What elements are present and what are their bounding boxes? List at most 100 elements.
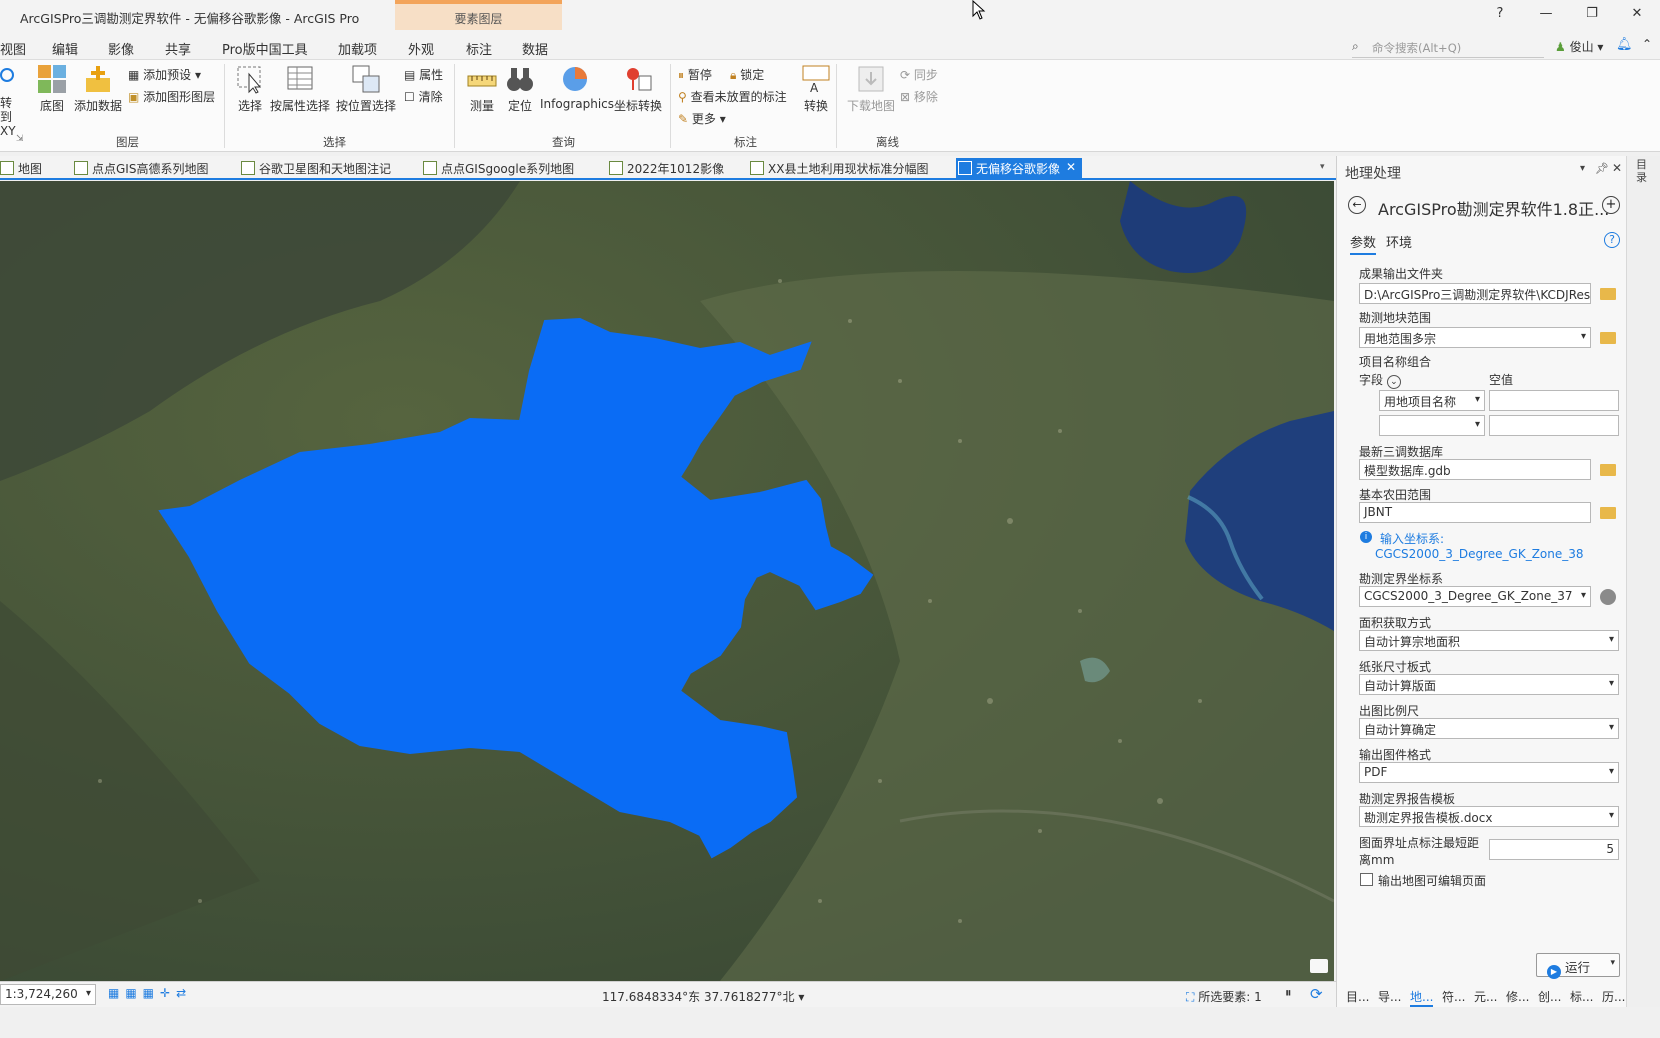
latest-db-input[interactable]: 模型数据库.gdb [1359, 459, 1591, 480]
back-icon[interactable]: ← [1348, 196, 1366, 214]
minimize-button[interactable]: — [1535, 6, 1557, 21]
lock-labels-button[interactable]: 🔒︎ 锁定 [730, 66, 764, 83]
scale-selector[interactable]: 1:3,724,260 [0, 984, 96, 1005]
measure-button[interactable]: 测量 [462, 64, 502, 114]
add-icon[interactable]: + [1602, 196, 1620, 214]
dock-tab-create[interactable]: 创... [1538, 988, 1561, 1005]
survey-extent-select[interactable]: 用地范围多宗 [1359, 327, 1591, 348]
null-value-input-1[interactable] [1489, 390, 1619, 411]
selected-features-count[interactable]: ⛶ 所选要素: 1 [1186, 988, 1262, 1005]
sync-button[interactable]: ⟳ 同步 [900, 66, 938, 83]
menu-china-tools[interactable]: Pro版中国工具 [222, 39, 308, 58]
output-format-select[interactable]: PDF [1359, 762, 1619, 783]
dock-tab-history[interactable]: 历... [1602, 988, 1625, 1005]
menu-imagery[interactable]: 影像 [108, 39, 134, 58]
select-by-attribute-button[interactable]: 按属性选择 [268, 64, 332, 114]
close-tab-icon[interactable]: ✕ [1066, 160, 1076, 174]
browse-folder-icon[interactable] [1600, 507, 1616, 519]
context-tab-feature-layer[interactable]: 要素图层 [395, 0, 562, 30]
paper-size-select[interactable]: 自动计算版面 [1359, 674, 1619, 695]
pause-labeling-button[interactable]: ⏸ 暂停 [678, 66, 712, 83]
pane-options-icon[interactable]: ▾ [1580, 163, 1585, 174]
refresh-icon[interactable]: ⟳ [1310, 985, 1323, 1003]
menu-appearance[interactable]: 外观 [408, 39, 434, 58]
restore-button[interactable]: ❐ [1581, 6, 1603, 21]
menu-addins[interactable]: 加载项 [338, 39, 377, 58]
min-distance-input[interactable]: 5 [1489, 839, 1619, 860]
add-data-button[interactable]: 添加数据 [72, 64, 124, 114]
editable-page-checkbox[interactable] [1360, 873, 1373, 886]
convert-button[interactable]: A 转换 [800, 64, 832, 114]
pause-drawing-icon[interactable]: ⏸ [1285, 986, 1292, 1001]
add-preset-button[interactable]: ▦ 添加预设 ▾ [128, 66, 201, 83]
map-tools-icons[interactable]: ▦▦▦✛⇄ [108, 986, 220, 1002]
select-by-location-button[interactable]: 按位置选择 [334, 64, 398, 114]
run-button[interactable]: ▶ 运行 ▾ [1536, 953, 1620, 979]
dock-tab-symbology[interactable]: 符... [1442, 988, 1465, 1005]
select-cursor-icon [237, 66, 262, 94]
basemap-button[interactable]: 底图 [34, 64, 70, 114]
tabs-overflow-icon[interactable]: ▾ [1320, 162, 1325, 172]
menu-data[interactable]: 数据 [522, 39, 548, 58]
locate-button[interactable]: 定位 [504, 64, 536, 114]
close-button[interactable]: ✕ [1626, 6, 1648, 21]
download-map-button[interactable]: 下载地图 [846, 64, 896, 114]
collapse-ribbon-icon[interactable]: ⌃ [1642, 37, 1652, 51]
tab-amap-series[interactable]: 点点GIS高德系列地图 [72, 158, 214, 178]
null-value-input-2[interactable] [1489, 415, 1619, 436]
farmland-input[interactable]: JBNT [1359, 502, 1591, 523]
notification-icon[interactable]: 🔔︎ [1616, 37, 1633, 52]
menu-view[interactable]: 视图 [0, 39, 26, 58]
field-select-2[interactable] [1379, 415, 1485, 436]
tab-environments[interactable]: 环境 [1386, 232, 1412, 251]
dock-tab-label[interactable]: 标... [1570, 988, 1593, 1005]
dock-tab-catalog[interactable]: 目... [1346, 988, 1369, 1005]
menu-edit[interactable]: 编辑 [52, 39, 78, 58]
menu-labeling[interactable]: 标注 [466, 39, 492, 58]
view-unplaced-button[interactable]: ⚲ 查看未放置的标注 [678, 88, 787, 105]
browse-folder-icon[interactable] [1600, 464, 1616, 476]
map-notification-icon[interactable] [1310, 959, 1328, 973]
browse-folder-icon[interactable] [1600, 288, 1616, 300]
remove-button[interactable]: ⊠ 移除 [900, 88, 938, 105]
tab-2022-imagery[interactable]: 2022年1012影像 [607, 158, 730, 178]
survey-cs-select[interactable]: CGCS2000_3_Degree_GK_Zone_37 [1359, 586, 1591, 607]
report-template-select[interactable]: 勘测定界报告模板.docx [1359, 806, 1619, 827]
side-tab-catalog[interactable]: 目录 [1636, 158, 1650, 184]
clear-button[interactable]: ☐ 清除 [404, 88, 443, 105]
pane-close-icon[interactable]: ✕ [1612, 161, 1622, 175]
tab-unshifted-google[interactable]: 无偏移谷歌影像 ✕ [956, 158, 1083, 178]
graphics-layer-icon: ▣ [128, 90, 140, 104]
tab-map[interactable]: 地图 [0, 158, 48, 178]
help-button[interactable]: ? [1489, 6, 1511, 21]
globe-icon[interactable] [1600, 589, 1616, 605]
user-account[interactable]: ♟ 俊山 ▾ [1555, 38, 1603, 55]
expand-icon[interactable]: ⌄ [1386, 375, 1401, 389]
attributes-button[interactable]: ▤ 属性 [404, 66, 443, 83]
dock-tab-geoprocessing[interactable]: 地... [1410, 988, 1434, 1007]
area-method-select[interactable]: 自动计算宗地面积 [1359, 630, 1619, 651]
browse-folder-icon[interactable] [1600, 332, 1616, 344]
field-select-1[interactable]: 用地项目名称 [1379, 390, 1485, 411]
dock-tab-metadata[interactable]: 元... [1474, 988, 1497, 1005]
coordinate-convert-button[interactable]: 坐标转换 [612, 64, 664, 114]
menu-share[interactable]: 共享 [165, 39, 191, 58]
tab-landuse-sheets[interactable]: XX县土地利用现状标准分幅图 [748, 158, 934, 178]
tab-parameters[interactable]: 参数 [1350, 232, 1377, 255]
select-button[interactable]: 选择 [232, 64, 268, 114]
tab-google-series[interactable]: 点点GISgoogle系列地图 [421, 158, 580, 178]
group-expand-icon[interactable]: ⇲ [16, 134, 24, 144]
map-scale-select[interactable]: 自动计算确定 [1359, 718, 1619, 739]
map-view[interactable] [0, 181, 1334, 981]
infographics-button[interactable]: Infographics [540, 64, 614, 111]
help-icon[interactable]: ? [1604, 232, 1620, 248]
tab-google-tianditu[interactable]: 谷歌卫星图和天地图注记 [239, 158, 397, 178]
add-graphics-layer-button[interactable]: ▣ 添加图形图层 [128, 88, 215, 105]
run-options-icon[interactable]: ▾ [1610, 958, 1615, 968]
pin-icon[interactable]: 📌︎ [1595, 162, 1609, 175]
command-search-box[interactable]: ⌕ 命令搜索(Alt+Q) [1352, 38, 1544, 58]
dock-tab-modify[interactable]: 修... [1506, 988, 1529, 1005]
more-button[interactable]: ✎ 更多 ▾ [678, 110, 726, 127]
dock-tab-navigator[interactable]: 导... [1378, 988, 1401, 1005]
output-folder-input[interactable]: D:\ArcGISPro三调勘测定界软件\KCDJRes [1359, 283, 1591, 304]
